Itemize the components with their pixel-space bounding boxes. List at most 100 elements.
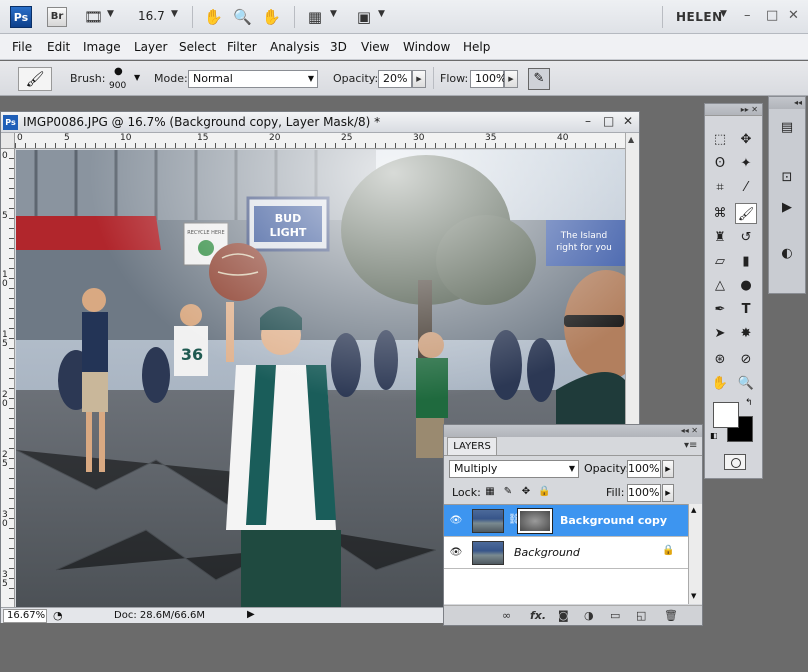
zoom-icon[interactable]: 🔍 bbox=[233, 8, 252, 26]
crop-tool-icon[interactable]: ⌗ bbox=[709, 177, 731, 198]
dock-header[interactable]: ◂◂ bbox=[769, 97, 805, 109]
menu-analysis[interactable]: Analysis bbox=[270, 40, 319, 54]
document-size-info[interactable]: Doc: 28.6M/66.6M bbox=[114, 610, 205, 621]
film-icon[interactable]: 🎞 bbox=[84, 8, 103, 26]
hand-icon[interactable]: ✋ bbox=[204, 8, 223, 26]
adjustments-panel-icon[interactable]: ◐ bbox=[774, 243, 800, 265]
menu-filter[interactable]: Filter bbox=[227, 40, 257, 54]
link-layers-icon[interactable]: ∞ bbox=[502, 609, 511, 622]
opacity-slider-button[interactable]: ▶ bbox=[412, 70, 426, 88]
menu-window[interactable]: Window bbox=[403, 40, 450, 54]
lock-all-icon[interactable]: 🔒 bbox=[538, 486, 550, 498]
3d-rotate-icon[interactable]: ⊛ bbox=[709, 349, 731, 370]
rotate-view-icon[interactable]: ✋ bbox=[262, 8, 281, 26]
brush-tool-icon[interactable]: 🖌 bbox=[735, 203, 757, 224]
blur-tool-icon[interactable]: △ bbox=[709, 275, 731, 296]
dodge-tool-icon[interactable]: ● bbox=[735, 275, 757, 296]
delete-layer-icon[interactable]: 🗑 bbox=[664, 609, 678, 622]
move-tool-icon[interactable]: ✥ bbox=[735, 129, 757, 150]
layer-opacity-slider-button[interactable]: ▶ bbox=[662, 460, 674, 478]
clone-stamp-icon[interactable]: ♜ bbox=[709, 227, 731, 248]
layer-style-icon[interactable]: fx. bbox=[530, 609, 546, 622]
lock-position-icon[interactable]: ✥ bbox=[520, 486, 532, 498]
layer-list-scrollbar[interactable]: ▲ ▼ bbox=[688, 504, 702, 604]
actions-panel-icon[interactable]: ▶ bbox=[774, 197, 800, 219]
close-icon[interactable]: ✕ bbox=[623, 114, 633, 128]
scroll-up-icon[interactable]: ▲ bbox=[628, 135, 634, 144]
status-menu-arrow[interactable]: ▶ bbox=[247, 609, 255, 620]
menu-help[interactable]: Help bbox=[463, 40, 490, 54]
layer-row-background-copy[interactable]: 👁 ⛓ Background copy bbox=[444, 505, 688, 537]
zoom-tool-icon[interactable]: 🔍 bbox=[735, 373, 757, 394]
document-title-bar[interactable]: Ps IMGP0086.JPG @ 16.7% (Background copy… bbox=[1, 112, 639, 133]
eye-icon[interactable]: 👁 bbox=[449, 546, 463, 560]
airbrush-icon[interactable]: ✎ bbox=[528, 68, 550, 90]
layer-name[interactable]: Background copy bbox=[560, 514, 667, 527]
fill-input[interactable]: 100% bbox=[627, 484, 661, 502]
panel-menu-icon[interactable]: ▾≡ bbox=[684, 440, 697, 451]
layer-row-background[interactable]: 👁 Background 🔒 bbox=[444, 537, 688, 569]
adjustment-layer-icon[interactable]: ◑ bbox=[584, 609, 594, 622]
vertical-ruler[interactable]: 0 5 1 0 1 5 2 0 2 5 3 0 3 5 bbox=[1, 149, 15, 609]
fill-slider-button[interactable]: ▶ bbox=[662, 484, 674, 502]
default-colors-icon[interactable]: ◧ bbox=[710, 431, 718, 440]
zoom-level[interactable]: 16.7 bbox=[138, 9, 165, 23]
close-icon[interactable]: ✕ bbox=[788, 8, 799, 23]
eyedropper-icon[interactable]: ⁄ bbox=[735, 177, 757, 198]
status-icon[interactable]: ◔ bbox=[53, 609, 63, 622]
arrange-documents-icon[interactable]: ▦ bbox=[306, 8, 324, 26]
history-panel-icon[interactable]: ▤ bbox=[774, 117, 800, 139]
healing-brush-icon[interactable]: ⌘ bbox=[709, 203, 731, 224]
menu-3d[interactable]: 3D bbox=[330, 40, 347, 54]
layers-panel-header[interactable]: ◂◂ ✕ bbox=[444, 425, 702, 437]
scroll-up-icon[interactable]: ▲ bbox=[691, 506, 696, 514]
hand-tool-icon[interactable]: ✋ bbox=[709, 373, 731, 394]
navigator-panel-icon[interactable]: ⊡ bbox=[774, 167, 800, 189]
magic-wand-icon[interactable]: ✦ bbox=[735, 153, 757, 174]
path-selection-icon[interactable]: ➤ bbox=[709, 323, 731, 344]
menu-view[interactable]: View bbox=[361, 40, 389, 54]
quick-mask-icon[interactable] bbox=[724, 454, 746, 470]
menu-layer[interactable]: Layer bbox=[134, 40, 167, 54]
add-mask-icon[interactable]: ◙ bbox=[558, 609, 569, 622]
marquee-tool-icon[interactable]: ⬚ bbox=[709, 129, 731, 150]
brush-tip-icon[interactable]: ● bbox=[114, 66, 123, 77]
custom-shape-icon[interactable]: ✸ bbox=[735, 323, 757, 344]
chevron-down-icon[interactable]: ▼ bbox=[720, 9, 727, 19]
chevron-down-icon[interactable]: ▼ bbox=[330, 9, 337, 19]
blend-mode-select[interactable]: Multiply ▼ bbox=[449, 460, 579, 478]
mode-select[interactable]: Normal ▼ bbox=[188, 70, 318, 88]
type-tool-icon[interactable]: T bbox=[735, 299, 757, 320]
maximize-icon[interactable]: □ bbox=[766, 8, 778, 23]
minimize-icon[interactable]: – bbox=[585, 114, 591, 128]
layer-thumbnail[interactable] bbox=[472, 541, 504, 565]
eraser-icon[interactable]: ▱ bbox=[709, 251, 731, 272]
3d-orbit-icon[interactable]: ⊘ bbox=[735, 349, 757, 370]
tab-layers[interactable]: LAYERS bbox=[447, 437, 497, 456]
zoom-dropdown-icon[interactable]: ▼ bbox=[171, 9, 178, 19]
layer-thumbnail[interactable] bbox=[472, 509, 504, 533]
flow-slider-button[interactable]: ▶ bbox=[504, 70, 518, 88]
zoom-field[interactable]: 16.67% bbox=[3, 609, 47, 623]
eye-icon[interactable]: 👁 bbox=[449, 514, 463, 528]
gradient-icon[interactable]: ▮ bbox=[735, 251, 757, 272]
menu-select[interactable]: Select bbox=[179, 40, 216, 54]
new-group-icon[interactable]: ▭ bbox=[610, 609, 620, 622]
minimize-icon[interactable]: – bbox=[744, 8, 751, 23]
swap-colors-icon[interactable]: ↰ bbox=[745, 398, 753, 408]
opacity-input[interactable]: 20% bbox=[378, 70, 412, 88]
horizontal-ruler[interactable]: 0 5 10 15 20 25 30 35 40 bbox=[15, 133, 625, 149]
screen-mode-icon[interactable]: ▣ bbox=[355, 8, 373, 26]
ruler-origin[interactable] bbox=[1, 133, 15, 149]
menu-edit[interactable]: Edit bbox=[47, 40, 70, 54]
menu-image[interactable]: Image bbox=[83, 40, 121, 54]
tool-preset-picker[interactable]: 🖌 bbox=[18, 67, 52, 91]
menu-file[interactable]: File bbox=[12, 40, 32, 54]
layer-name[interactable]: Background bbox=[514, 546, 580, 559]
lasso-tool-icon[interactable]: ʘ bbox=[709, 153, 731, 174]
chevron-down-icon[interactable]: ▼ bbox=[107, 9, 114, 19]
bridge-button[interactable]: Br bbox=[47, 7, 67, 27]
scroll-down-icon[interactable]: ▼ bbox=[691, 592, 696, 600]
layer-opacity-input[interactable]: 100% bbox=[627, 460, 661, 478]
maximize-icon[interactable]: □ bbox=[603, 114, 614, 128]
